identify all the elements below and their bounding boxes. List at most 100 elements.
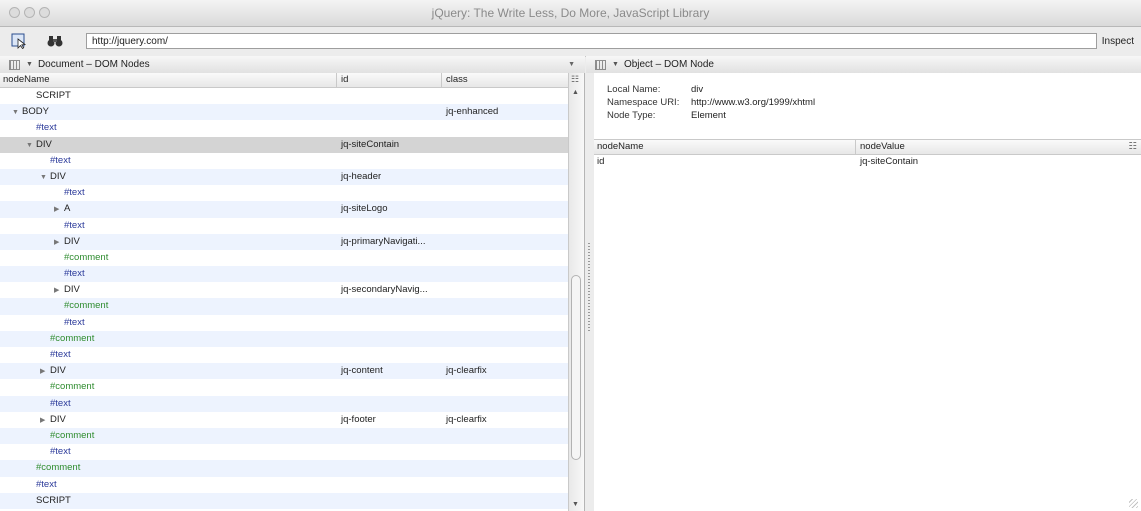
cursor-select-icon[interactable] [9,31,29,51]
disclosure-open-icon[interactable]: ▼ [40,170,50,186]
column-header-nodevalue[interactable]: nodeValue [860,141,905,152]
node-class-cell: jq-clearfix [446,365,487,377]
table-row[interactable]: #text [0,315,568,331]
table-row[interactable]: #comment [0,379,568,395]
node-name-cell: ▶ A [54,201,70,218]
column-options-icon[interactable]: ☷ [1128,141,1137,152]
table-row[interactable]: ▶ DIV jq-primaryNavigati... [0,233,568,251]
table-row[interactable]: #text [0,444,568,460]
node-name-text: #text [36,122,57,134]
disclosure-closed-icon[interactable]: ▶ [40,413,50,429]
disclosure-closed-icon[interactable]: ▶ [54,235,64,251]
dropdown-triangle-icon[interactable]: ▼ [612,61,619,68]
node-name-text: #text [50,397,71,409]
node-name-text: #text [64,219,85,231]
table-row[interactable]: #text [0,395,568,412]
node-id-cell: jq-secondaryNavig... [341,284,428,296]
table-row[interactable]: ▼ BODY jq-enhanced [0,104,568,121]
column-separator[interactable] [855,140,856,154]
node-name-text: DIV [50,170,66,182]
attribute-row[interactable]: id jq-siteContain [594,155,1141,169]
table-row[interactable]: #comment [0,298,568,315]
panel-menu-icon[interactable]: ▼ [568,61,575,68]
table-row[interactable]: ▶ DIV jq-footer jq-clearfix [0,412,568,428]
panel-splitter[interactable] [585,73,594,511]
table-row[interactable]: #text [0,185,568,201]
node-name-cell: #text [26,120,57,136]
node-name-text: #text [64,268,85,280]
node-name-text: #comment [64,300,109,312]
column-options-icon[interactable]: ☷ [571,74,579,85]
node-name-cell: #comment [40,331,94,347]
table-row[interactable]: #text [0,477,568,493]
column-header-id[interactable]: id [341,74,348,85]
vertical-scrollbar[interactable]: ☷ ▲ ▼ [568,73,584,511]
table-row[interactable]: #text [0,347,568,363]
node-name-text: #text [50,446,71,458]
node-name-cell: SCRIPT [26,88,71,104]
scrollbar-thumb[interactable] [571,275,581,460]
inspect-button[interactable]: Inspect [1102,36,1134,47]
column-header-nodename[interactable]: nodeName [3,74,49,85]
table-row[interactable]: #text [0,153,568,169]
column-header-class[interactable]: class [446,74,468,85]
disclosure-closed-icon[interactable]: ▶ [54,283,64,299]
node-id-cell: jq-siteLogo [341,203,388,215]
table-row[interactable]: #comment [0,250,568,266]
scroll-up-arrow-icon[interactable]: ▲ [572,89,579,96]
object-panel-title[interactable]: Object – DOM Node [624,59,714,70]
table-row[interactable]: #text [0,218,568,234]
node-name-text: A [64,203,71,215]
node-name-cell: #text [40,153,71,169]
table-row[interactable]: #comment [0,330,568,347]
node-name-text: #comment [36,462,81,474]
table-row[interactable]: ▼ DIV jq-siteContain [0,136,568,154]
document-panel-title[interactable]: Document – DOM Nodes [38,59,150,70]
disclosure-open-icon[interactable]: ▼ [26,138,36,154]
node-name-cell: ▶ DIV [54,234,80,251]
dropdown-triangle-icon[interactable]: ▼ [26,61,33,68]
node-type-value: Element [691,110,726,121]
url-input[interactable] [86,33,1097,49]
node-name-text: #text [64,316,85,328]
node-name-text: BODY [22,106,49,118]
splitter-grip[interactable] [588,243,590,333]
attributes-table[interactable]: nodeName nodeValue ☷ id jq-siteContain [594,139,1141,169]
disclosure-closed-icon[interactable]: ▶ [54,202,64,218]
node-name-cell: ▼ DIV [40,169,66,186]
node-name-text: #comment [50,332,95,344]
title-bar: jQuery: The Write Less, Do More, JavaScr… [0,0,1141,27]
dom-tree-rows: SCRIPT ▼ BODY jq-enhanced #text ▼ DIV jq-siteCo… [0,88,568,509]
namespace-value: http://www.w3.org/1999/xhtml [691,97,816,108]
node-info: Local Name: div Namespace URI: http://www.… [607,83,815,122]
table-row[interactable]: ▶ DIV jq-content jq-clearfix [0,363,568,380]
column-header-nodename[interactable]: nodeName [597,141,643,152]
table-row[interactable]: SCRIPT [0,88,568,104]
table-row[interactable]: #text [0,120,568,136]
toolbar: Inspect [0,27,1141,57]
node-name-cell: #text [54,218,85,234]
scroll-down-arrow-icon[interactable]: ▼ [572,501,579,508]
node-name-cell: #comment [54,298,108,314]
attribute-name-cell: id [597,156,605,167]
node-name-cell: #text [54,315,85,331]
column-separator[interactable] [441,73,442,87]
resize-grip-icon[interactable] [1129,499,1138,508]
table-row[interactable]: #comment [0,427,568,445]
panel-view-icon[interactable] [595,59,606,70]
table-row[interactable]: #comment [0,460,568,477]
panel-view-icon[interactable] [9,59,20,70]
table-row[interactable]: ▼ DIV jq-header [0,168,568,186]
binoculars-icon[interactable] [45,31,65,51]
dom-nodes-table[interactable]: nodeName id class SCRIPT ▼ BODY jq-enhanced… [0,73,585,511]
column-separator[interactable] [336,73,337,87]
node-name-text: #comment [50,381,95,393]
disclosure-closed-icon[interactable]: ▶ [40,364,50,380]
table-row[interactable]: #text [0,266,568,283]
node-name-cell: #comment [26,460,80,476]
table-row[interactable]: ▶ Ajq-siteLogo [0,201,568,218]
table-row[interactable]: SCRIPT [0,492,568,509]
table-row[interactable]: ▶ DIV jq-secondaryNavig... [0,282,568,298]
attributes-rows: id jq-siteContain [594,155,1141,169]
disclosure-open-icon[interactable]: ▼ [12,105,22,121]
